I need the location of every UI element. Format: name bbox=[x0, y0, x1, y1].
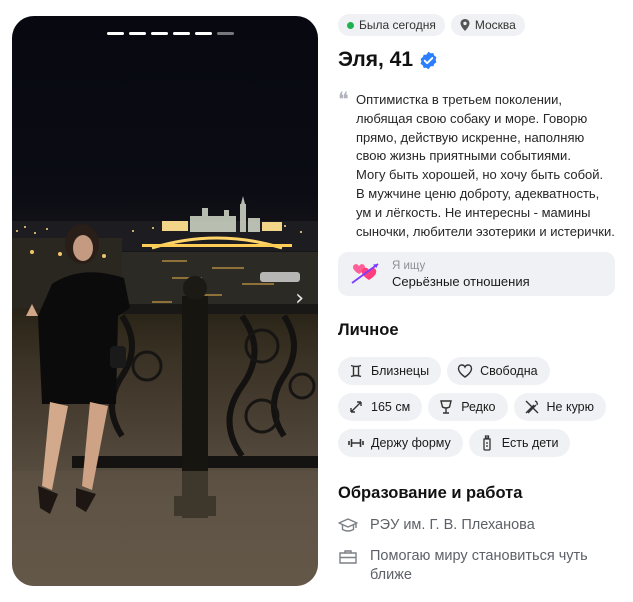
tag-label: Есть дети bbox=[501, 436, 559, 451]
location-pin-icon bbox=[460, 19, 470, 31]
tag-zodiac: Близнецы bbox=[338, 357, 442, 386]
tag-children: Есть дети bbox=[468, 429, 571, 458]
dumbbell-icon bbox=[348, 439, 364, 448]
tag-label: Свободна bbox=[480, 364, 538, 379]
no-smoking-icon bbox=[525, 400, 539, 414]
bio-text: Оптимистка в третьем поколении, любящая … bbox=[356, 92, 615, 239]
glass-icon bbox=[440, 400, 453, 415]
briefcase-icon bbox=[339, 550, 357, 565]
looking-for-value: Серьёзные отношения bbox=[392, 273, 530, 289]
profile-photo[interactable]: › bbox=[12, 16, 318, 586]
verified-badge-icon bbox=[420, 51, 437, 69]
work-row: Помогаю миру становиться чуть ближе bbox=[338, 547, 618, 585]
baby-bottle-icon bbox=[483, 435, 491, 452]
profile-header: Эля, 41 bbox=[338, 47, 618, 73]
location-badge: Москва bbox=[450, 14, 525, 36]
tag-fitness: Держу форму bbox=[338, 429, 463, 458]
tag-label: Не курю bbox=[546, 400, 595, 415]
progress-segment bbox=[173, 32, 190, 35]
online-dot-icon bbox=[347, 21, 354, 29]
bio-block: ❝ Оптимистка в третьем поколении, любяща… bbox=[338, 87, 618, 241]
progress-segment bbox=[107, 32, 124, 35]
profile-details: Была сегодня Москва Эля, 41 ❝ Оптимистка… bbox=[338, 14, 618, 585]
graduation-cap-icon bbox=[338, 518, 358, 533]
tag-label: Редко bbox=[461, 400, 496, 415]
personal-tags: Близнецы Свободна 165 см Редко Не курю Д… bbox=[338, 357, 623, 458]
profile-name-age: Эля, 41 bbox=[338, 48, 414, 71]
looking-for-label: Я ищу bbox=[392, 259, 426, 272]
quote-icon: ❝ bbox=[338, 87, 349, 111]
gemini-icon bbox=[350, 365, 362, 378]
status-chips: Была сегодня Москва bbox=[338, 14, 618, 36]
chevron-right-icon[interactable]: › bbox=[295, 288, 304, 310]
online-status-badge: Была сегодня bbox=[338, 14, 445, 36]
progress-segment bbox=[217, 32, 234, 35]
tag-relationship: Свободна bbox=[447, 357, 550, 386]
progress-segment bbox=[129, 32, 146, 35]
tag-label: Держу форму bbox=[371, 436, 451, 451]
looking-for-card: Я ищу Серьёзные отношения bbox=[338, 252, 615, 297]
heart-outline-icon bbox=[457, 364, 473, 379]
university-text: РЭУ им. Г. В. Плеханова bbox=[370, 517, 535, 534]
tag-label: 165 см bbox=[371, 400, 411, 415]
tag-height: 165 см bbox=[338, 393, 423, 422]
tag-smoking: Не курю bbox=[513, 393, 607, 422]
photo-progress-indicator bbox=[107, 32, 234, 35]
work-text: Помогаю миру становиться чуть ближе bbox=[370, 548, 588, 584]
personal-section-title: Личное bbox=[338, 321, 399, 340]
height-icon bbox=[350, 401, 362, 414]
hearts-arrow-icon bbox=[351, 263, 379, 285]
tag-alcohol: Редко bbox=[428, 393, 508, 422]
education-section-title: Образование и работа bbox=[338, 484, 523, 503]
online-status-text: Была сегодня bbox=[359, 18, 436, 32]
progress-segment bbox=[195, 32, 212, 35]
tag-label: Близнецы bbox=[371, 364, 430, 379]
location-text: Москва bbox=[474, 18, 516, 32]
photo-scene bbox=[12, 196, 318, 586]
progress-segment bbox=[151, 32, 168, 35]
education-university-row: РЭУ им. Г. В. Плеханова bbox=[338, 516, 618, 535]
